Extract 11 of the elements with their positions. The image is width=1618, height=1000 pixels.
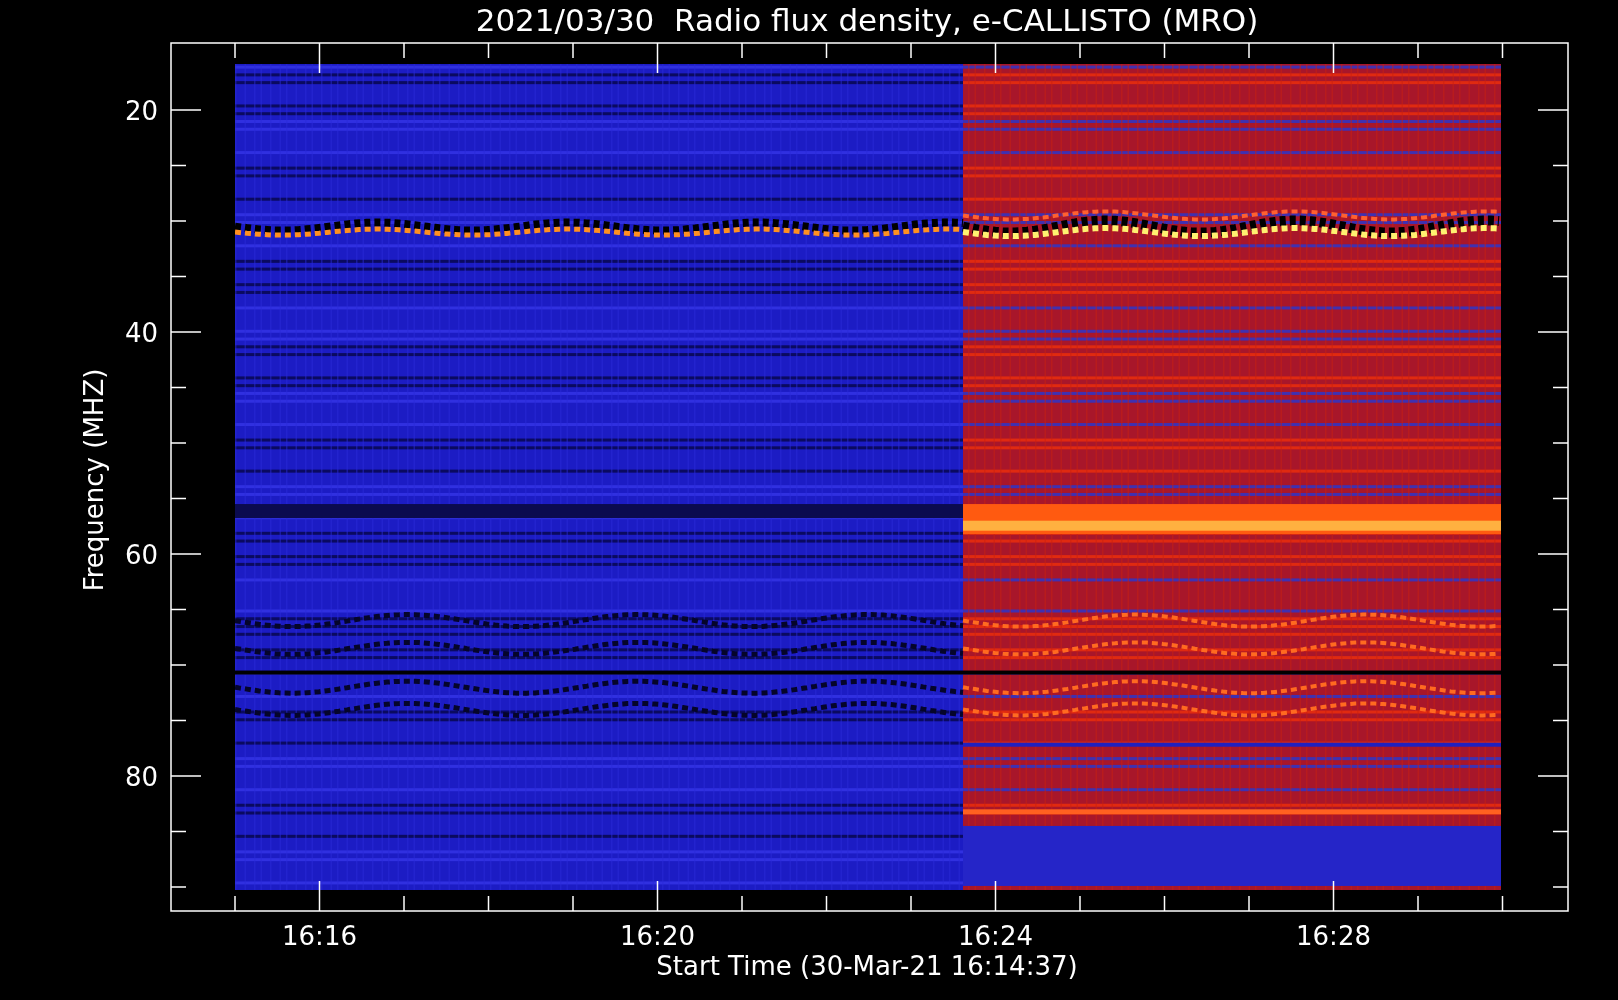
y-tick-label: 20 (124, 96, 158, 126)
x-tick-label: 16:20 (620, 921, 695, 951)
chart-title: 2021/03/30 Radio flux density, e-CALLISTO (MRO) (475, 2, 1259, 38)
x-axis-label: Start Time (30-Mar-21 16:14:37) (656, 951, 1078, 981)
x-tick-label: 16:16 (282, 921, 357, 951)
y-tick-label: 60 (124, 540, 158, 570)
y-tick-label: 80 (124, 762, 158, 792)
y-axis-label: Frequency (MHZ) (79, 368, 109, 592)
y-tick-label: 40 (124, 318, 158, 348)
x-tick-label: 16:24 (958, 921, 1033, 951)
x-tick-label: 16:28 (1296, 921, 1371, 951)
